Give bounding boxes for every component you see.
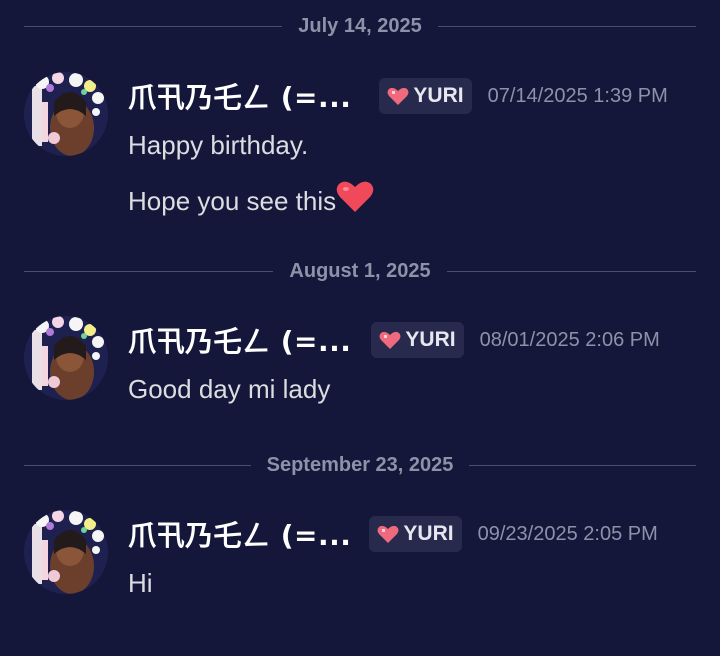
date-divider: July 14, 2025	[24, 14, 696, 38]
divider-line	[446, 270, 697, 272]
message: 爪卂乃乇ㄥ (=... YURI 08/01/2025 2:06 PM Good…	[24, 316, 696, 412]
username[interactable]: 爪卂乃乇ㄥ (=...	[128, 514, 351, 554]
username[interactable]: 爪卂乃乇ㄥ (=...	[128, 320, 351, 360]
divider-line	[437, 25, 696, 27]
divider-line	[24, 270, 274, 272]
tag-label: YURI	[405, 328, 456, 351]
message-text: Hi	[128, 568, 153, 598]
user-avatar[interactable]	[24, 316, 108, 400]
avatar-image	[24, 316, 108, 400]
timestamp: 07/14/2025 1:39 PM	[487, 84, 668, 107]
message-text: Hope you see this	[128, 186, 337, 216]
divider-date: July 14, 2025	[298, 14, 422, 37]
server-tag[interactable]: YURI	[369, 516, 462, 552]
divider-line	[24, 25, 283, 27]
red-heart-icon	[336, 181, 374, 212]
timestamp: 08/01/2025 2:06 PM	[479, 328, 660, 351]
divider-date: September 23, 2025	[266, 453, 454, 476]
divider-line	[24, 464, 251, 466]
message: 爪卂乃乇ㄥ (=... YURI 07/14/2025 1:39 PM Happ…	[24, 72, 696, 222]
timestamp: 09/23/2025 2:05 PM	[477, 522, 658, 545]
avatar-image	[24, 72, 108, 156]
user-avatar[interactable]	[24, 72, 108, 156]
avatar-image	[24, 510, 108, 594]
server-tag[interactable]: YURI	[379, 78, 472, 114]
tag-label: YURI	[403, 522, 454, 545]
tag-label: YURI	[413, 84, 464, 107]
message: 爪卂乃乇ㄥ (=... YURI 09/23/2025 2:05 PM Hi	[24, 510, 696, 606]
divider-line	[469, 464, 696, 466]
message-header: 爪卂乃乇ㄥ (=... YURI 07/14/2025 1:39 PM	[128, 74, 668, 118]
user-avatar[interactable]	[24, 510, 108, 594]
message-text: Happy birthday.	[128, 130, 309, 160]
message-text: Good day mi lady	[128, 374, 331, 404]
message-text-line: Hope you see this	[128, 180, 374, 217]
pixel-heart-icon	[379, 331, 401, 349]
pixel-heart-icon	[387, 87, 409, 105]
username[interactable]: 爪卂乃乇ㄥ (=...	[128, 76, 351, 116]
date-divider: September 23, 2025	[24, 453, 696, 477]
message-header: 爪卂乃乇ㄥ (=... YURI 08/01/2025 2:06 PM	[128, 318, 660, 362]
pixel-heart-icon	[377, 525, 399, 543]
divider-date: August 1, 2025	[289, 259, 431, 282]
server-tag[interactable]: YURI	[371, 322, 464, 358]
date-divider: August 1, 2025	[24, 259, 697, 283]
message-header: 爪卂乃乇ㄥ (=... YURI 09/23/2025 2:05 PM	[128, 512, 658, 556]
